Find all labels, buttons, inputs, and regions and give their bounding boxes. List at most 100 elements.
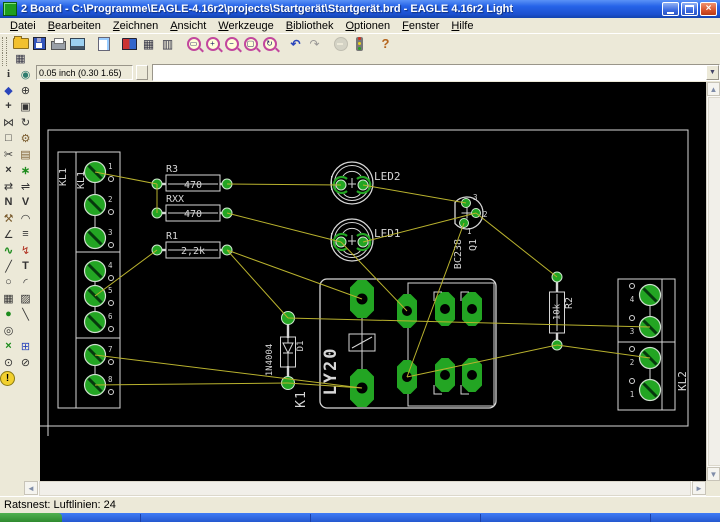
grid-icon: ▦ (15, 52, 25, 65)
command-input[interactable] (152, 64, 720, 81)
rect-icon[interactable]: ▦ (0, 291, 17, 306)
check-icon[interactable]: ⊘ (17, 355, 34, 370)
title-bar[interactable]: 2 Board - C:\Programme\EAGLE-4.16r2\proj… (0, 0, 720, 18)
signal-icon[interactable]: ╲ (17, 307, 34, 322)
copy-icon[interactable]: ▣ (17, 99, 34, 114)
horizontal-scrollbar[interactable]: ◄ ► (24, 481, 706, 496)
hole-icon[interactable]: ◎ (0, 323, 17, 338)
route-icon[interactable]: ∿ (0, 243, 17, 258)
menu-zeichnen[interactable]: Zeichnen (107, 19, 164, 33)
minimize-button[interactable] (662, 2, 679, 16)
zoom-select-button[interactable]: ▢ (241, 35, 260, 52)
menu-fenster[interactable]: Fenster (396, 19, 445, 33)
ratsnest-icon[interactable]: × (0, 339, 17, 354)
miter-icon[interactable]: ◠ (17, 211, 34, 226)
help-button[interactable]: ? (376, 35, 395, 52)
run-ulp-button[interactable]: ▥ (158, 35, 177, 52)
scroll-left-arrow[interactable]: ◄ (24, 481, 38, 495)
zoom-fit-button[interactable]: ▭ (184, 35, 203, 52)
grid-button[interactable]: ▦ (11, 50, 30, 67)
command-dropdown-arrow[interactable]: ▼ (706, 65, 719, 80)
name-icon[interactable]: N (0, 195, 17, 210)
component-led2[interactable]: LED2 (331, 162, 401, 204)
component-q1[interactable]: 3 2 1 BC238 Q1 (453, 193, 488, 269)
delete-icon[interactable]: × (0, 163, 17, 178)
use-button[interactable]: ▦ (139, 35, 158, 52)
component-led1[interactable]: LED1 (331, 219, 401, 261)
drc-icon[interactable]: ⊙ (0, 355, 17, 370)
undo-button[interactable]: ↶ (286, 35, 305, 52)
zoom-in-button[interactable]: + (203, 35, 222, 52)
component-r1[interactable]: R1 2,2k (152, 231, 232, 258)
close-button[interactable]: × (700, 2, 717, 16)
library-button[interactable] (120, 35, 139, 52)
start-button[interactable] (0, 513, 62, 522)
traffic-light-button[interactable] (350, 35, 369, 52)
errors-icon[interactable]: ! (0, 371, 15, 386)
component-rxx[interactable]: RXX 470 (152, 194, 232, 221)
svg-text:6: 6 (108, 312, 113, 321)
scroll-down-arrow[interactable]: ▼ (707, 467, 720, 481)
auto-icon[interactable]: ⊞ (17, 339, 34, 354)
mark-icon[interactable]: ⊕ (17, 83, 34, 98)
show-icon[interactable]: ◆ (0, 83, 17, 98)
change-icon[interactable]: ⚙ (17, 131, 34, 146)
save-button[interactable] (30, 35, 49, 52)
replace-icon[interactable]: ⇌ (17, 179, 34, 194)
circle-icon[interactable]: ○ (0, 275, 17, 290)
windows-taskbar[interactable] (0, 513, 720, 522)
scroll-up-arrow[interactable]: ▲ (707, 82, 720, 96)
via-icon[interactable]: ● (0, 307, 17, 322)
menu-optionen[interactable]: Optionen (339, 19, 396, 33)
switch-editor-button[interactable] (94, 35, 113, 52)
menu-ansicht[interactable]: Ansicht (164, 19, 212, 33)
group-icon[interactable]: □ (0, 131, 17, 146)
menu-bearbeiten[interactable]: Bearbeiten (42, 19, 107, 33)
move-icon[interactable]: + (0, 99, 17, 114)
menu-werkzeuge[interactable]: Werkzeuge (212, 19, 279, 33)
zoom-out-button[interactable]: − (222, 35, 241, 52)
cut-icon[interactable]: ✂ (0, 147, 17, 162)
menu-hilfe[interactable]: Hilfe (445, 19, 479, 33)
ripup-icon[interactable]: ↯ (17, 243, 34, 258)
component-d1[interactable]: 1N4004 D1 (265, 312, 306, 390)
svg-text:3: 3 (473, 193, 478, 202)
library-book-icon (122, 38, 137, 50)
component-r2[interactable]: 10k R2 (550, 272, 576, 350)
display-icon[interactable]: ◉ (17, 67, 34, 82)
add-icon[interactable]: ∗ (17, 163, 34, 178)
use-grid-icon: ▦ (143, 37, 154, 51)
board-canvas[interactable]: 1 2 3 4 5 6 7 8 KL1 KL1 R3 470 RX (40, 82, 706, 481)
split-icon[interactable]: ∠ (0, 227, 17, 242)
wire-icon[interactable]: ╱ (0, 259, 17, 274)
vertical-scrollbar[interactable]: ▲ ▼ (706, 82, 720, 481)
stop-button[interactable] (331, 35, 350, 52)
menu-bibliothek[interactable]: Bibliothek (280, 19, 340, 33)
info-icon[interactable]: i (0, 67, 17, 82)
smash-icon[interactable]: ⚒ (0, 211, 17, 226)
paste-icon[interactable]: ▤ (17, 147, 34, 162)
cam-processor-button[interactable] (68, 35, 87, 52)
text-icon[interactable]: T (17, 259, 34, 274)
menu-datei[interactable]: Datei (4, 19, 42, 33)
polygon-icon[interactable]: ▨ (17, 291, 34, 306)
horizontal-scroll-thumb[interactable] (39, 481, 691, 496)
mirror-icon[interactable]: ⋈ (0, 115, 17, 130)
zoom-redraw-button[interactable]: ↻ (260, 35, 279, 52)
pinswap-icon[interactable]: ⇄ (0, 179, 17, 194)
component-kl2[interactable]: 4 3 2 1 KL2 (618, 279, 689, 410)
component-kl1[interactable]: 1 2 3 4 5 6 7 8 KL1 KL1 (58, 152, 120, 408)
print-button[interactable] (49, 35, 68, 52)
grid-toolbar: ▦ (0, 53, 720, 64)
restore-button[interactable] (681, 2, 698, 16)
vertical-scroll-thumb[interactable] (708, 97, 720, 466)
rotate-icon[interactable]: ↻ (17, 115, 34, 130)
toolbar-handle[interactable] (2, 37, 7, 51)
value-icon[interactable]: V (17, 195, 34, 210)
component-r3[interactable]: R3 470 (152, 164, 232, 191)
grid-toolbar-handle[interactable] (2, 52, 7, 66)
scroll-right-arrow[interactable]: ► (692, 481, 706, 495)
redo-button[interactable]: ↷ (305, 35, 324, 52)
arc-icon[interactable]: ◜ (17, 275, 34, 290)
optimize-icon[interactable]: ≡ (17, 227, 34, 242)
